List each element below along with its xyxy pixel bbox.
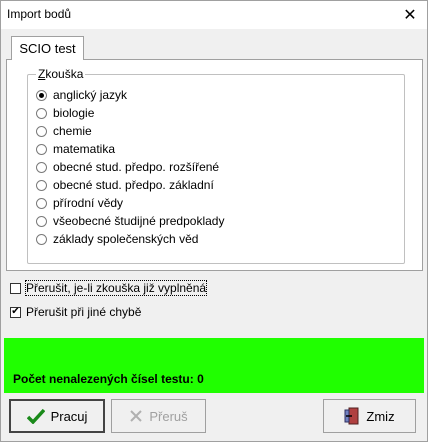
run-button[interactable]: Pracuj — [9, 399, 105, 433]
checkmark-icon — [26, 408, 45, 424]
radio-option[interactable]: obecné stud. předpo. rozšířené — [36, 159, 219, 175]
window-title: Import bodů — [7, 7, 72, 21]
radio-option[interactable]: matematika — [36, 141, 115, 157]
radio-button[interactable] — [36, 233, 47, 245]
interrupt-filled-checkbox-row[interactable]: Přerušit, je-li zkouška již vyplněná — [10, 280, 208, 296]
close-button[interactable]: Zmiz — [323, 399, 416, 433]
radio-button[interactable] — [36, 197, 47, 209]
run-button-label: Pracuj — [50, 408, 88, 424]
interrupt-filled-label: Přerušit, je-li zkouška již vyplněná — [24, 280, 208, 296]
radio-label: matematika — [53, 142, 116, 156]
radio-label: anglický jazyk — [53, 88, 128, 102]
interrupt-filled-checkbox[interactable] — [10, 282, 21, 294]
radio-option[interactable]: chemie — [36, 123, 92, 139]
radio-label: chemie — [53, 124, 92, 138]
groupbox-title: Zkouška — [36, 67, 86, 81]
radio-option[interactable]: obecné stud. předpo. základní — [36, 177, 214, 193]
x-icon — [130, 410, 143, 422]
status-text: Počet nenalezených čísel testu: 0 — [13, 372, 204, 386]
interrupt-error-label: Přerušit při jiné chybě — [26, 305, 142, 319]
radio-label: všeobecné študijné predpoklady — [53, 214, 225, 228]
radio-button[interactable] — [36, 107, 47, 119]
tab-panel: Zkouška anglický jazyk biologie chemie m… — [6, 59, 423, 271]
groupbox-title-rest: kouška — [45, 67, 84, 81]
interrupt-error-checkbox[interactable]: ✔ — [10, 306, 21, 318]
radio-label: základy společenských věd — [53, 232, 199, 246]
radio-option[interactable]: biologie — [36, 105, 94, 121]
import-dialog: Import bodů ✕ SCIO test Zkouška anglický… — [0, 0, 428, 442]
radio-label: obecné stud. předpo. rozšířené — [53, 160, 220, 174]
radio-option[interactable]: přírodní vědy — [36, 195, 123, 211]
tab-scio-test[interactable]: SCIO test — [11, 36, 84, 60]
status-bar: Počet nenalezených čísel testu: 0 — [4, 338, 424, 393]
radio-button[interactable] — [36, 179, 47, 191]
door-exit-icon — [344, 407, 359, 425]
stop-button[interactable]: Přeruš — [111, 399, 206, 433]
exam-groupbox: Zkouška anglický jazyk biologie chemie m… — [27, 67, 405, 264]
radio-button[interactable] — [36, 125, 47, 137]
radio-option[interactable]: anglický jazyk — [36, 87, 127, 103]
close-window-button[interactable]: ✕ — [393, 1, 427, 29]
interrupt-error-checkbox-row[interactable]: ✔ Přerušit při jiné chybě — [10, 305, 141, 319]
radio-button[interactable] — [36, 143, 47, 155]
close-button-label: Zmiz — [366, 408, 395, 424]
radio-option[interactable]: základy společenských věd — [36, 231, 198, 247]
radio-button[interactable] — [36, 215, 47, 227]
radio-option[interactable]: všeobecné študijné predpoklady — [36, 213, 224, 229]
radio-label: přírodní vědy — [53, 196, 124, 210]
radio-button[interactable] — [36, 161, 47, 173]
title-bar: Import bodů ✕ — [1, 1, 427, 29]
radio-label: obecné stud. předpo. základní — [53, 178, 214, 192]
radio-label: biologie — [53, 106, 95, 120]
radio-button[interactable] — [36, 89, 47, 101]
stop-button-label: Přeruš — [149, 408, 188, 424]
